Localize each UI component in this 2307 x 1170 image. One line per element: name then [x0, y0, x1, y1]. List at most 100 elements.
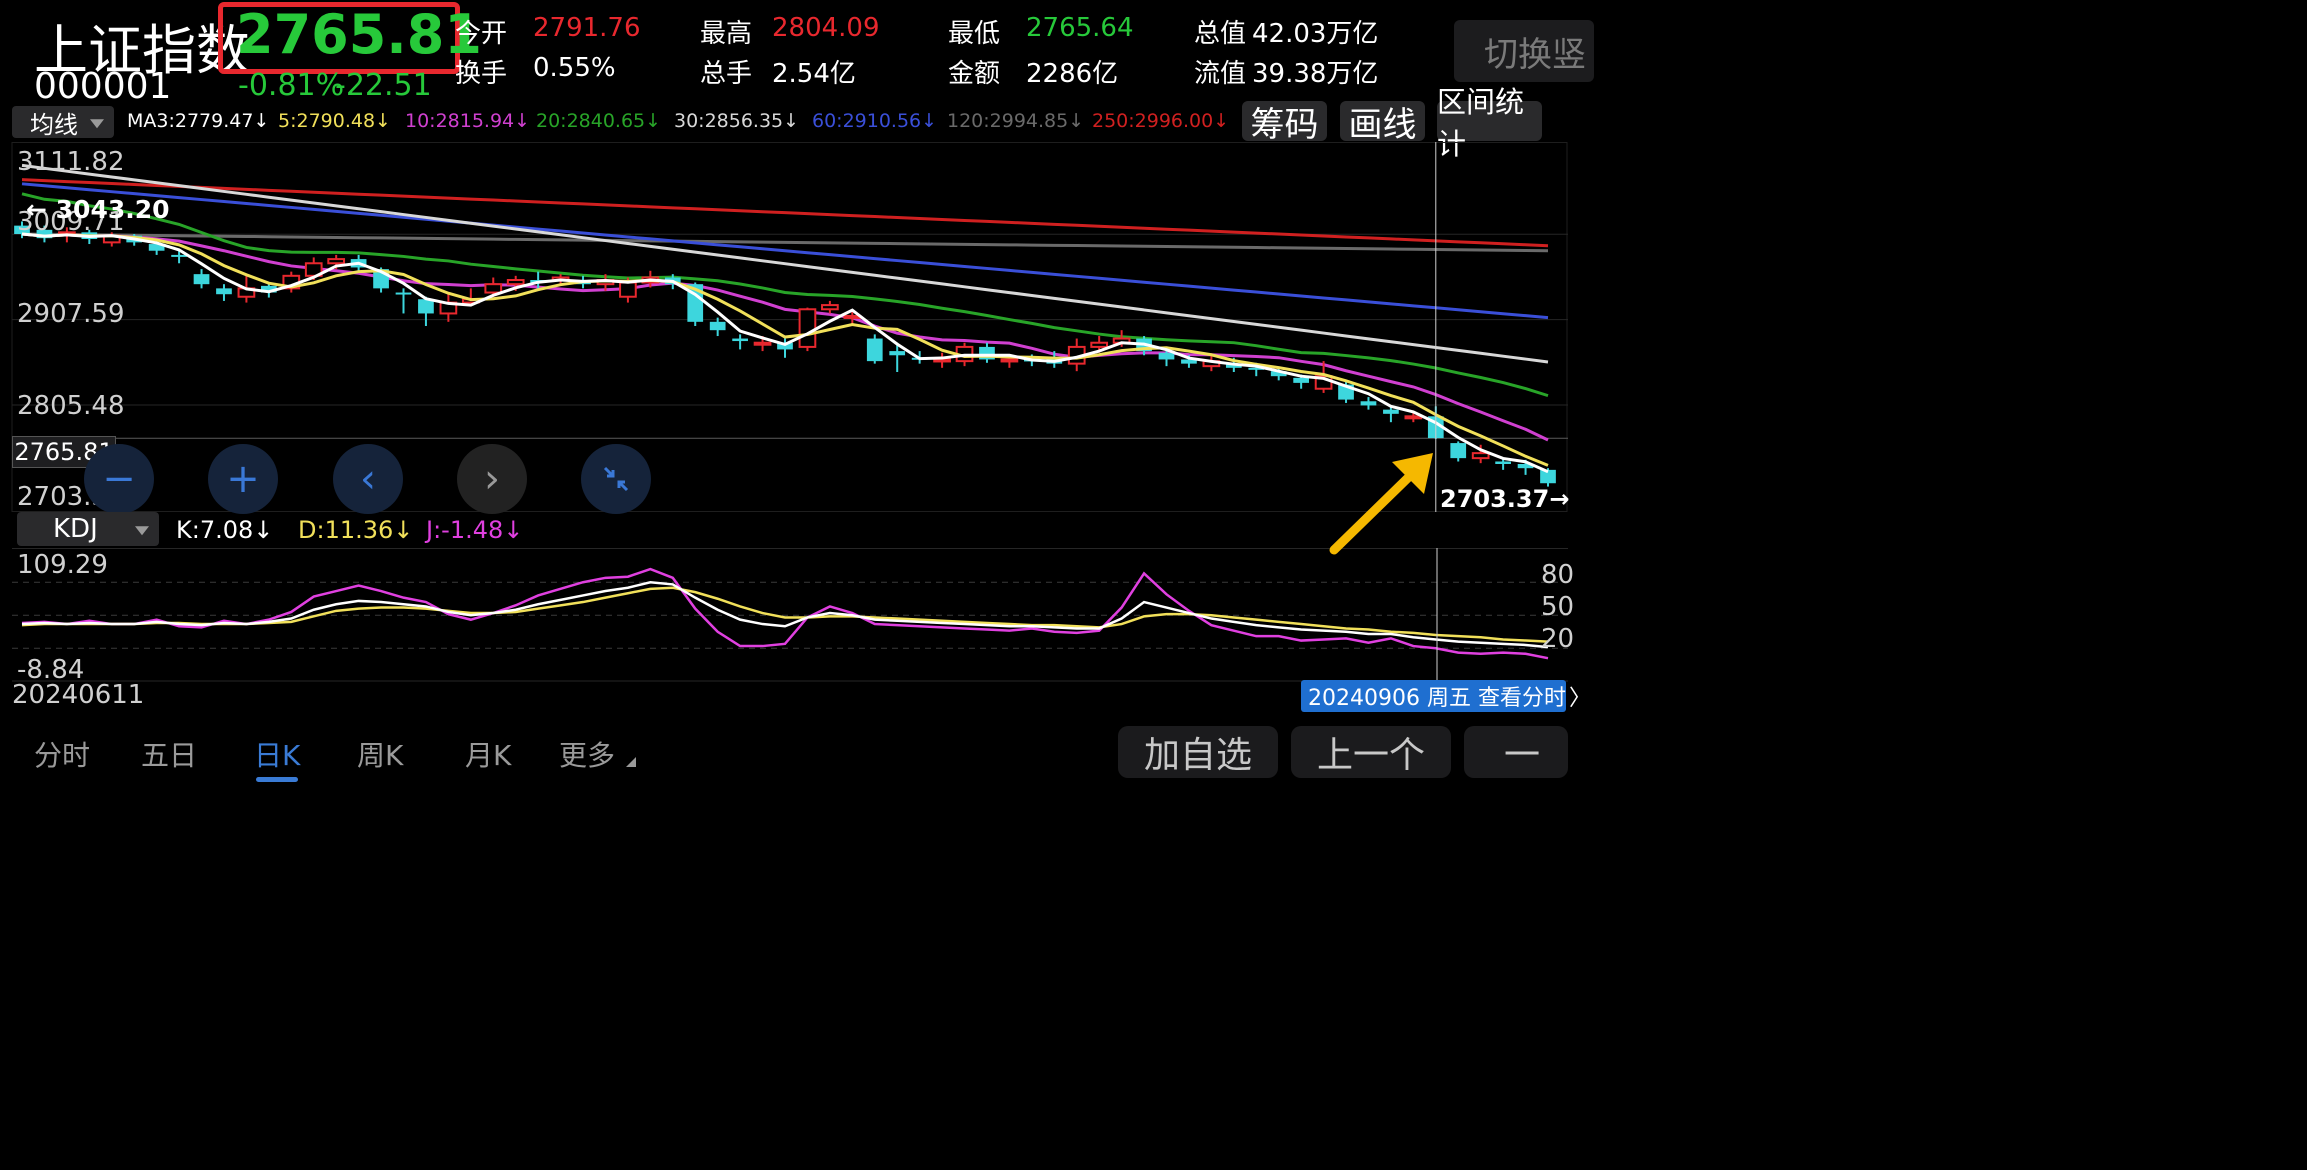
- candle-body-down: [193, 274, 210, 285]
- candle-body-up: [619, 281, 637, 298]
- pan-left-button[interactable]: ‹: [333, 444, 403, 514]
- chips-button[interactable]: 筹码: [1242, 101, 1327, 145]
- chevron-down-icon: [135, 526, 149, 536]
- candle-body-up: [1000, 358, 1019, 363]
- candle-body-up: [1404, 415, 1423, 420]
- start-date-label: 20240611: [12, 680, 145, 710]
- collapse-icon: [603, 466, 629, 492]
- candle-body-down: [1450, 443, 1467, 459]
- price-axis-label-top: 3111.82: [17, 147, 125, 177]
- annotation-high: ← 3043.20: [26, 195, 170, 224]
- price-axis-label: 2805.48: [17, 391, 125, 421]
- chips-button-label: 筹码: [1250, 104, 1319, 145]
- tab-0[interactable]: 分时: [34, 734, 90, 774]
- change-absolute: -22.51: [335, 68, 432, 103]
- annotation-low: 2703.37→: [1440, 485, 1570, 513]
- kdj-d-line: [21, 586, 1549, 643]
- kdj-legend-item: K:7.08↓: [176, 516, 274, 544]
- candle-body-down: [1383, 409, 1399, 414]
- switch-orientation-label: 切换竖: [1484, 34, 1586, 75]
- stat-label: 今开: [455, 19, 508, 49]
- next-button[interactable]: 下一个: [1464, 726, 1568, 778]
- change-percent: -0.81%: [238, 68, 345, 103]
- kdj-level-label: 80: [1541, 560, 1575, 590]
- ma30-line: [21, 163, 1549, 364]
- candle-body-down: [1158, 352, 1175, 360]
- candle-body-down: [866, 338, 883, 362]
- stat-value: 2.54亿: [772, 59, 856, 89]
- candle-body-up: [843, 314, 862, 319]
- ma-legend-item: 60:2910.56↓: [812, 110, 938, 132]
- candle-body-down: [1360, 401, 1377, 406]
- kdj-selector[interactable]: KDJ: [17, 512, 159, 546]
- ma-legend-item: 10:2815.94↓: [405, 110, 531, 132]
- tab-2[interactable]: 日K: [254, 734, 300, 782]
- candle-body-down: [1293, 377, 1310, 383]
- candle-body-up: [821, 304, 839, 311]
- next-label: 下一个: [1504, 735, 1541, 776]
- tab-5[interactable]: 更多: [559, 734, 615, 774]
- candle-body-up: [484, 283, 503, 294]
- kdj-selector-label: KDJ: [53, 514, 98, 544]
- stat-label: 总值: [1194, 19, 1247, 49]
- tab-3[interactable]: 周K: [357, 734, 403, 774]
- switch-orientation-button[interactable]: 切换竖: [1454, 20, 1594, 82]
- previous-label: 上一个: [1316, 735, 1425, 776]
- crosshair-date-button[interactable]: 20240906 周五 查看分时 〉: [1301, 680, 1591, 712]
- draw-line-button-label: 画线: [1348, 104, 1417, 145]
- stat-value: 42.03万亿: [1252, 19, 1379, 49]
- candle-body-down: [889, 351, 906, 356]
- plus-icon: +: [226, 456, 260, 502]
- ma-legend-item: 250:2996.00↓: [1092, 110, 1230, 132]
- ma-legend-item: 5:2790.48↓: [278, 110, 391, 132]
- kdj-chart[interactable]: [0, 548, 1568, 682]
- ma-legend-item: 30:2856.35↓: [674, 110, 800, 132]
- candle-body-down: [1540, 469, 1556, 484]
- candle-body-up: [327, 258, 346, 265]
- tab-4[interactable]: 月K: [465, 734, 511, 774]
- candle-body-down: [171, 254, 187, 257]
- kdj-legend-item: J:-1.48↓: [426, 516, 524, 544]
- stat-label: 流值: [1194, 59, 1247, 89]
- candle-body-down: [732, 338, 748, 342]
- stat-value: 2765.64: [1026, 13, 1134, 43]
- range-stats-button[interactable]: 区间统计: [1437, 85, 1542, 161]
- crosshair-date-label: 20240906 周五 查看分时: [1308, 686, 1566, 711]
- price-axis-label: 2907.59: [17, 299, 125, 329]
- ma-selector-label: 均线: [30, 110, 78, 139]
- stat-value: 2804.09: [772, 13, 880, 43]
- chevron-right-icon: 〉: [1568, 686, 1591, 711]
- ma-legend-item: MA3:2779.47↓: [127, 110, 270, 132]
- annotation-low-value: 2703.37: [1440, 485, 1550, 513]
- arrow-annotation-icon: [1329, 453, 1433, 555]
- candle-body-up: [1090, 341, 1109, 348]
- draw-line-button[interactable]: 画线: [1340, 101, 1425, 145]
- previous-button[interactable]: 上一个: [1291, 726, 1451, 778]
- chevron-right-icon: ›: [484, 456, 500, 502]
- kdj-level-label: 50: [1541, 592, 1575, 622]
- zoom-in-button[interactable]: +: [208, 444, 278, 514]
- ma-selector[interactable]: 均线: [12, 106, 114, 139]
- candle-body-up: [506, 279, 525, 286]
- add-watchlist-button[interactable]: 加自选: [1118, 726, 1278, 778]
- current-price: 2765.81: [236, 3, 482, 66]
- candle-body-down: [216, 288, 232, 295]
- chevron-down-icon: [90, 119, 104, 129]
- tab-1[interactable]: 五日: [141, 734, 197, 774]
- active-tab-underline: [256, 777, 299, 782]
- ma-legend-item: 120:2994.85↓: [947, 110, 1085, 132]
- candle-body-down: [395, 292, 412, 295]
- stat-label: 总手: [700, 59, 753, 89]
- candle-body-up: [798, 308, 817, 348]
- zoom-out-button[interactable]: −: [84, 444, 154, 514]
- stat-label: 金额: [948, 59, 1001, 89]
- collapse-button[interactable]: [581, 444, 651, 514]
- kdj-legend-item: D:11.36↓: [298, 516, 414, 544]
- stat-label: 最低: [948, 19, 1001, 49]
- kdj-k-line: [21, 580, 1549, 649]
- stat-value: 0.55%: [533, 53, 616, 83]
- pan-right-button[interactable]: ›: [457, 444, 527, 514]
- candle-body-down: [1495, 461, 1511, 464]
- kdj-level-label: 20: [1541, 624, 1575, 654]
- stat-label: 最高: [700, 19, 753, 49]
